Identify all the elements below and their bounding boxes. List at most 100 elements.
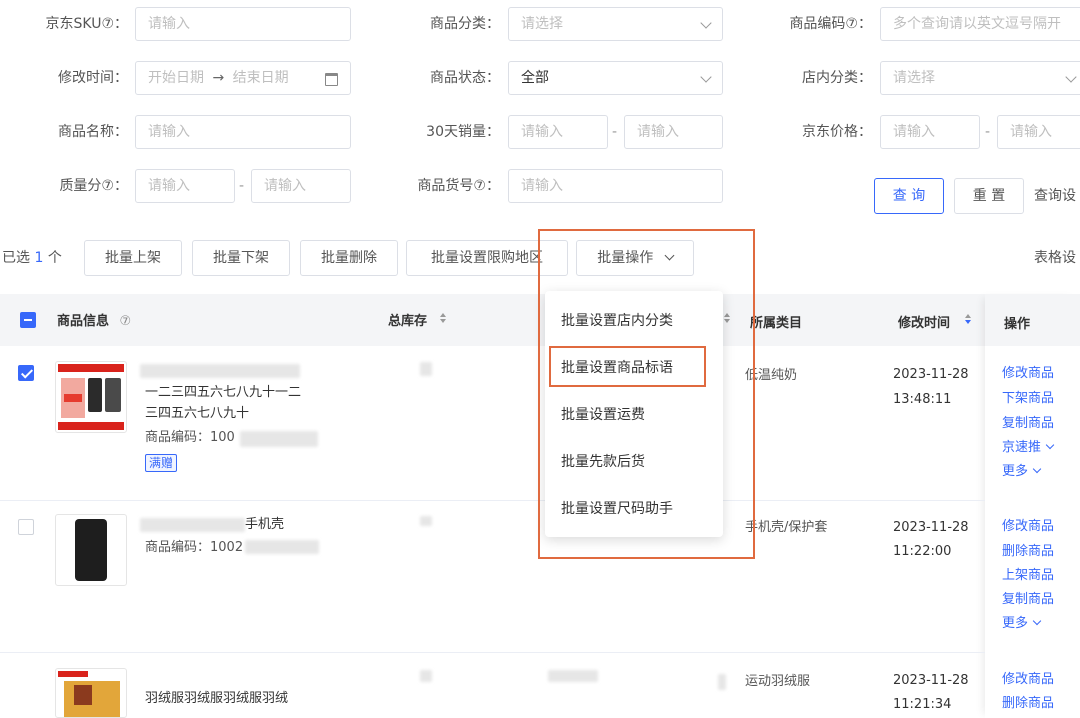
store-category-select[interactable]: 请选择 [880,61,1080,95]
on-shelf-link[interactable]: 上架商品 [1002,566,1054,586]
table-settings-link[interactable]: 表格设 [1034,248,1076,268]
product-code-label: 商品编码⑦： [789,16,872,32]
range-separator: - [985,124,991,140]
blurred-code [245,540,319,554]
item-no-input[interactable]: 请输入 [508,169,723,203]
date-range-picker[interactable]: 开始日期 → 结束日期 [135,61,351,95]
off-shelf-link[interactable]: 下架商品 [1002,389,1054,409]
quality-score-label: 质量分⑦： [59,178,128,194]
range-separator: - [239,178,245,194]
batch-on-shelf-button[interactable]: 批量上架 [84,240,182,276]
phone-image [58,364,124,430]
blurred-code [240,431,318,447]
blurred-value [548,670,598,682]
row-category: 运动羽绒服 [745,674,811,689]
store-category-placeholder: 请选择 [893,70,935,86]
delete-product-link[interactable]: 删除商品 [1002,542,1054,562]
header-category-label: 所属类目 [750,316,803,331]
copy-product-link[interactable]: 复制商品 [1002,414,1054,434]
edit-product-link[interactable]: 修改商品 [1002,670,1054,690]
edit-product-link[interactable]: 修改商品 [1002,364,1054,384]
sort-icon[interactable] [965,314,971,324]
blurred-title [140,518,245,532]
copy-product-link[interactable]: 复制商品 [1002,590,1054,610]
row-checkbox[interactable] [18,365,34,381]
more-link[interactable]: 更多 [1002,462,1042,482]
selected-suffix: 个 [47,250,62,266]
jingsutui-label: 京速推 [1002,440,1042,455]
store-category-label: 店内分类： [802,70,872,86]
select-all-checkbox[interactable] [20,312,36,328]
header-product-info: 商品信息 ⑦ [57,310,131,329]
product-thumbnail[interactable] [55,361,127,433]
selected-number: 1 [34,250,44,266]
batch-delete-button[interactable]: 批量删除 [300,240,398,276]
chevron-down-icon [700,71,712,83]
blurred-value [718,674,726,690]
range-separator: - [612,124,618,140]
blurred-stock [420,516,432,526]
sales30-max-input[interactable]: 请输入 [624,115,723,149]
row-time: 11:21:34 [893,697,952,712]
highlight-box-outer [538,229,755,559]
status-value: 全部 [521,70,549,86]
reset-button[interactable]: 重 置 [954,178,1024,214]
category-select[interactable]: 请选择 [508,7,723,41]
ops-column [985,294,1080,718]
row-date: 2023-11-28 [893,367,969,382]
selected-prefix: 已选 [2,250,30,266]
category-label: 商品分类： [430,16,500,32]
help-icon[interactable]: ⑦ [120,314,132,329]
blurred-stock [420,362,432,376]
arrow-icon: → [212,70,225,86]
end-date[interactable]: 结束日期 [233,70,289,86]
header-modified: 修改时间 [898,312,950,331]
more-link[interactable]: 更多 [1002,614,1042,634]
row-date: 2023-11-28 [893,520,969,535]
product-code: 商品编码：1002 [145,540,244,555]
modified-time-label: 修改时间： [58,70,128,86]
status-label: 商品状态： [430,70,500,86]
row-divider [0,500,985,501]
category-placeholder: 请选择 [521,16,563,32]
sort-icon[interactable] [440,313,446,323]
quality-score-min-input[interactable]: 请输入 [135,169,235,203]
sales30-label: 30天销量： [426,124,500,140]
blurred-title [140,364,300,378]
batch-off-shelf-button[interactable]: 批量下架 [192,240,290,276]
product-name-label: 商品名称： [58,124,128,140]
chevron-down-icon [1032,616,1042,626]
chevron-down-icon [1065,71,1077,83]
item-no-label: 商品货号⑦： [417,178,500,194]
delete-product-link[interactable]: 删除商品 [1002,694,1054,714]
jd-price-label: 京东价格： [802,124,872,140]
status-select[interactable]: 全部 [508,61,723,95]
selected-count: 已选 1 个 [2,248,62,268]
product-title-line2[interactable]: 三四五六七八九十 [145,404,249,424]
product-title[interactable]: 羽绒服羽绒服羽绒服羽绒 [145,689,288,709]
product-title[interactable]: 手机壳 [245,515,284,535]
jd-price-max-input[interactable]: 请输入 [997,115,1080,149]
product-thumbnail[interactable] [55,514,127,586]
query-button[interactable]: 查 询 [874,178,944,214]
row-time: 11:22:00 [893,544,952,559]
promo-tag: 满赠 [145,454,178,472]
start-date[interactable]: 开始日期 [148,70,204,86]
calendar-icon [325,73,338,86]
chevron-down-icon [1045,440,1055,450]
edit-product-link[interactable]: 修改商品 [1002,517,1054,537]
product-title-line1[interactable]: 一二三四五六七八九十一二 [145,383,301,403]
query-settings-link[interactable]: 查询设 [1034,186,1076,206]
row-checkbox[interactable] [18,519,34,535]
jd-price-min-input[interactable]: 请输入 [880,115,980,149]
jingsutui-link[interactable]: 京速推 [1002,438,1055,458]
sku-input[interactable]: 请输入 [135,7,351,41]
product-thumbnail[interactable] [55,668,127,718]
header-ops: 操作 [1004,313,1030,332]
quality-score-max-input[interactable]: 请输入 [251,169,351,203]
product-name-input[interactable]: 请输入 [135,115,351,149]
product-code-input[interactable]: 多个查询请以英文逗号隔开 [880,7,1080,41]
ops-header-bg [985,294,1080,346]
sales30-min-input[interactable]: 请输入 [508,115,608,149]
header-ops-label: 操作 [1004,317,1031,332]
